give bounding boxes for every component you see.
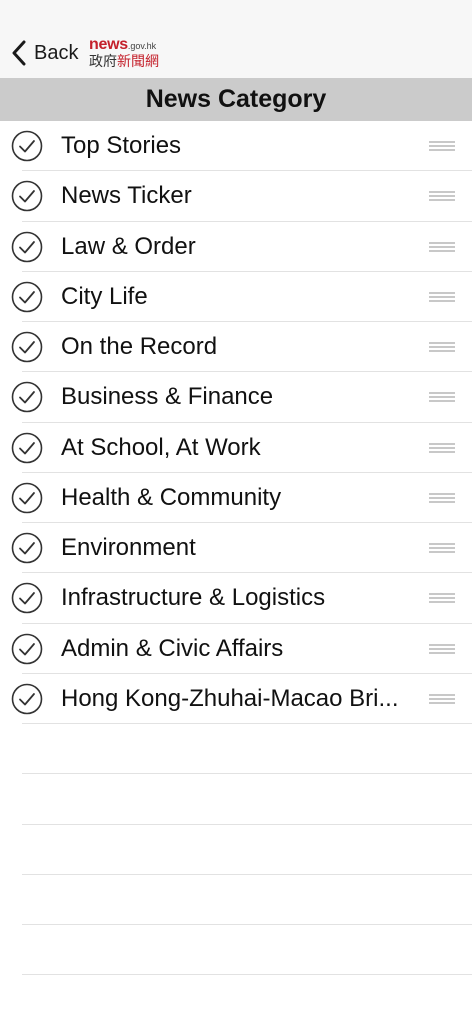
category-label: On the Record: [61, 333, 218, 360]
checkmark-circle-icon[interactable]: [11, 582, 43, 614]
category-label: News Ticker: [61, 182, 192, 210]
category-row[interactable]: Top Stories: [0, 121, 472, 172]
drag-handle-icon[interactable]: [429, 542, 455, 554]
category-row[interactable]: Health & Community: [0, 473, 472, 524]
category-list: Top Stories News Ticker Law & Order City Li…: [0, 121, 472, 725]
category-row[interactable]: Infrastructure & Logistics: [0, 573, 472, 624]
back-button[interactable]: Back: [12, 38, 78, 68]
checkmark-circle-icon[interactable]: [11, 231, 43, 263]
category-label: Top Stories: [61, 132, 182, 159]
navigation-bar: Back news.gov.hk 政府新聞網: [0, 0, 472, 78]
checkmark-circle-icon[interactable]: [11, 281, 43, 313]
news-gov-hk-logo: news.gov.hk 政府新聞網: [89, 37, 167, 71]
logo-news-text: news: [89, 36, 128, 53]
checkmark-circle-icon[interactable]: [11, 130, 43, 162]
category-row[interactable]: On the Record: [0, 322, 472, 373]
empty-row: [0, 825, 472, 876]
drag-handle-icon[interactable]: [429, 341, 455, 353]
checkmark-circle-icon[interactable]: [11, 482, 43, 514]
category-label: Admin & Civic Affairs: [61, 634, 284, 662]
empty-list-area: [0, 724, 472, 976]
checkmark-circle-icon[interactable]: [11, 633, 43, 665]
logo-chinese-news: 新聞網: [117, 53, 159, 69]
back-label: Back: [34, 41, 79, 64]
category-row[interactable]: Admin & Civic Affairs: [0, 624, 472, 675]
category-label: Law & Order: [61, 232, 196, 260]
category-row[interactable]: At School, At Work: [0, 423, 472, 474]
drag-handle-icon[interactable]: [429, 693, 455, 705]
section-header: News Category: [0, 78, 472, 121]
drag-handle-icon[interactable]: [429, 492, 455, 504]
category-row[interactable]: Business & Finance: [0, 372, 472, 423]
empty-row: [0, 875, 472, 926]
category-row[interactable]: Hong Kong-Zhuhai-Macao Bri...: [0, 674, 472, 725]
category-label: City Life: [61, 282, 148, 310]
checkmark-circle-icon[interactable]: [11, 331, 43, 363]
chevron-left-icon: [12, 40, 26, 66]
category-label: Environment: [61, 534, 196, 561]
drag-handle-icon[interactable]: [429, 190, 455, 202]
drag-handle-icon[interactable]: [429, 442, 455, 454]
empty-row: [0, 925, 472, 976]
category-label: Infrastructure & Logistics: [61, 584, 326, 612]
checkmark-circle-icon[interactable]: [11, 180, 43, 212]
drag-handle-icon[interactable]: [429, 291, 455, 303]
category-label: Health & Community: [61, 483, 282, 511]
category-row[interactable]: City Life: [0, 272, 472, 323]
category-row[interactable]: News Ticker: [0, 171, 472, 222]
drag-handle-icon[interactable]: [429, 592, 455, 604]
checkmark-circle-icon[interactable]: [11, 381, 43, 413]
category-row[interactable]: Law & Order: [0, 222, 472, 273]
checkmark-circle-icon[interactable]: [11, 683, 43, 715]
category-row[interactable]: Environment: [0, 523, 472, 574]
checkmark-circle-icon[interactable]: [11, 532, 43, 564]
category-label: Hong Kong-Zhuhai-Macao Bri...: [61, 684, 399, 712]
category-label: Business & Finance: [61, 383, 274, 411]
logo-domain-text: .gov.hk: [127, 41, 157, 51]
logo-chinese-gov: 政府: [89, 53, 117, 69]
drag-handle-icon[interactable]: [429, 241, 455, 253]
empty-row: [0, 774, 472, 825]
drag-handle-icon[interactable]: [429, 643, 455, 655]
category-label: At School, At Work: [61, 433, 261, 461]
drag-handle-icon[interactable]: [429, 140, 455, 152]
checkmark-circle-icon[interactable]: [11, 432, 43, 464]
page-title: News Category: [145, 85, 327, 113]
empty-row: [0, 724, 472, 775]
drag-handle-icon[interactable]: [429, 391, 455, 403]
